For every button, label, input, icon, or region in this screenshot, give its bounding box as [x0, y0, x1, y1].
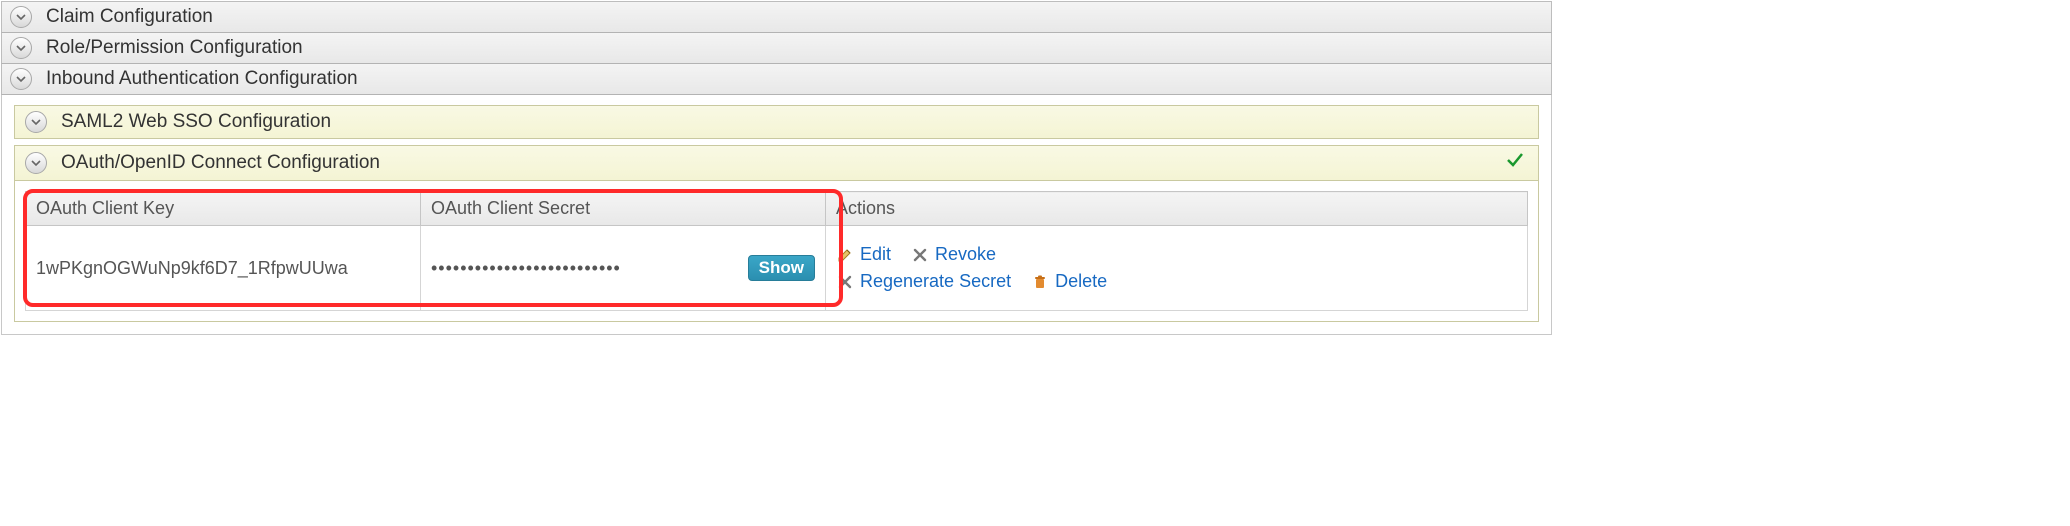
oauth-table: OAuth Client Key OAuth Client Secret Act… — [25, 191, 1528, 311]
sub-header-label: OAuth/OpenID Connect Configuration — [61, 152, 1506, 174]
client-secret-masked: •••••••••••••••••••••••••• — [431, 258, 621, 279]
col-header-secret: OAuth Client Secret — [421, 192, 826, 226]
section-label: Role/Permission Configuration — [46, 37, 303, 59]
regenerate-secret-link[interactable]: Regenerate Secret — [836, 271, 1011, 292]
trash-icon — [1031, 273, 1049, 291]
sub-header-saml[interactable]: SAML2 Web SSO Configuration — [14, 105, 1539, 139]
col-header-key: OAuth Client Key — [26, 192, 421, 226]
revoke-icon — [911, 246, 929, 264]
revoke-label: Revoke — [935, 244, 996, 265]
sub-header-oauth[interactable]: OAuth/OpenID Connect Configuration — [14, 145, 1539, 181]
chevron-down-icon — [25, 152, 47, 174]
sub-header-label: SAML2 Web SSO Configuration — [61, 111, 1528, 133]
revoke-link[interactable]: Revoke — [911, 244, 996, 265]
actions-cell: Edit Revoke — [826, 226, 1528, 311]
show-secret-button[interactable]: Show — [748, 255, 815, 281]
section-header-inbound[interactable]: Inbound Authentication Configuration — [1, 64, 1552, 95]
client-secret-cell: •••••••••••••••••••••••••• Show — [421, 226, 826, 311]
col-header-actions: Actions — [826, 192, 1528, 226]
inbound-panel: SAML2 Web SSO Configuration OAuth/OpenID… — [1, 95, 1552, 335]
regenerate-label: Regenerate Secret — [860, 271, 1011, 292]
client-key-cell: 1wPKgnOGWuNp9kf6D7_1RfpwUUwa — [26, 226, 421, 311]
table-row: 1wPKgnOGWuNp9kf6D7_1RfpwUUwa •••••••••••… — [26, 226, 1528, 311]
regenerate-icon — [836, 273, 854, 291]
delete-label: Delete — [1055, 271, 1107, 292]
edit-label: Edit — [860, 244, 891, 265]
section-label: Inbound Authentication Configuration — [46, 68, 358, 90]
oauth-details-box: OAuth Client Key OAuth Client Secret Act… — [14, 181, 1539, 322]
chevron-down-icon — [10, 68, 32, 90]
edit-link[interactable]: Edit — [836, 244, 891, 265]
check-icon — [1506, 151, 1524, 175]
section-header-role[interactable]: Role/Permission Configuration — [1, 33, 1552, 64]
delete-link[interactable]: Delete — [1031, 271, 1107, 292]
chevron-down-icon — [10, 6, 32, 28]
section-label: Claim Configuration — [46, 6, 213, 28]
edit-icon — [836, 246, 854, 264]
chevron-down-icon — [10, 37, 32, 59]
section-header-claim[interactable]: Claim Configuration — [1, 1, 1552, 33]
chevron-down-icon — [25, 111, 47, 133]
